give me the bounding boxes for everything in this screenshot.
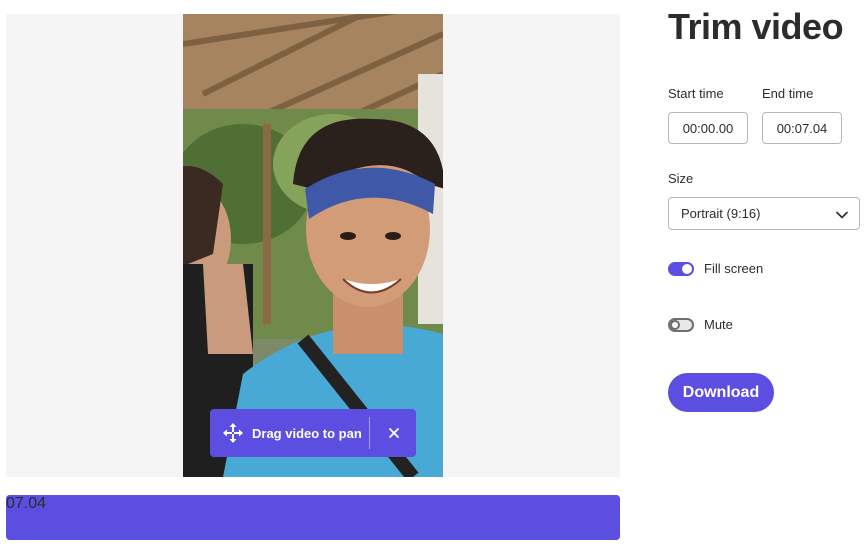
- close-icon: [389, 428, 399, 438]
- video-preview[interactable]: [183, 14, 443, 477]
- fill-screen-toggle[interactable]: Fill screen: [668, 261, 763, 276]
- mute-toggle[interactable]: Mute: [668, 317, 733, 332]
- size-selected-value: Portrait (9:16): [681, 206, 761, 221]
- fill-screen-label: Fill screen: [704, 261, 764, 276]
- start-time-label: Start time: [668, 86, 724, 101]
- end-time-label: End time: [762, 86, 814, 101]
- page-title: Trim video: [668, 6, 844, 47]
- end-time-input[interactable]: [762, 112, 842, 144]
- switch-knob: [682, 263, 692, 274]
- switch-knob: [670, 319, 680, 330]
- dismiss-toast-button[interactable]: [380, 419, 408, 447]
- duration-badge: 07.04: [6, 495, 620, 540]
- pan-hint-label: Drag video to pan: [252, 425, 362, 441]
- size-dropdown[interactable]: Portrait (9:16): [668, 197, 860, 230]
- size-label: Size: [668, 171, 694, 186]
- chevron-down-icon: [836, 211, 848, 219]
- download-button[interactable]: Download: [668, 373, 774, 412]
- move-arrows-icon: [216, 409, 250, 457]
- start-time-input[interactable]: [668, 112, 748, 144]
- fill-screen-switch[interactable]: [668, 261, 694, 276]
- toast-divider: [369, 417, 370, 449]
- mute-switch[interactable]: [668, 317, 694, 332]
- pan-hint-toast: Drag video to pan: [210, 409, 416, 457]
- mute-label: Mute: [704, 317, 733, 332]
